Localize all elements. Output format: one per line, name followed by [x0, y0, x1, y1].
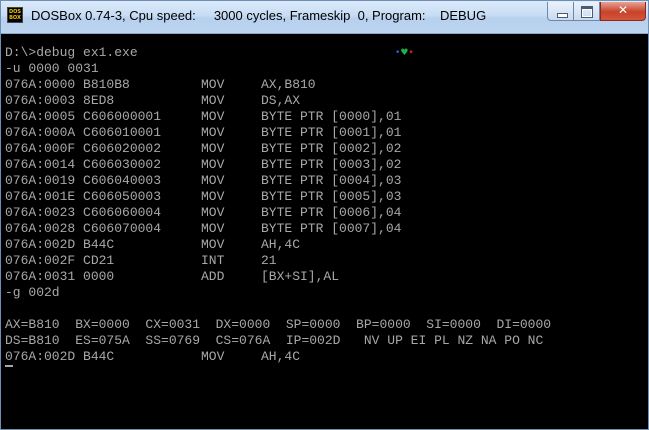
console-line-text: 076A:0014 C606030002 [5, 157, 162, 172]
console-line-operand: BYTE PTR [0002],02 [261, 141, 402, 156]
prompt-line[interactable] [5, 365, 645, 381]
console-line-text: DS=B810 ES=075A SS=0769 CS=076A IP=002D … [5, 333, 544, 348]
console-line-operand: [BX+SI],AL [261, 269, 340, 284]
console-line: 076A:0014 C606030002 MOV BYTE PTR [0003],0… [5, 157, 645, 173]
console-line-operand: BYTE PTR [0000],01 [261, 109, 402, 124]
console-line-text: 076A:000F C606020002 [5, 141, 162, 156]
console-line: 076A:002D B44C MOV AH,4C [5, 349, 645, 365]
console-lines: D:\>debug ex1.exe -u 0000 0031 076A:0000 B… [5, 45, 645, 365]
console-line: 076A:001E C606050003 MOV BYTE PTR [0005],0… [5, 189, 645, 205]
console-line: 076A:000A C606010001 MOV BYTE PTR [0001],0… [5, 125, 645, 141]
console-line-operand: BYTE PTR [0005],03 [261, 189, 402, 204]
console-line-mnemonic: MOV [201, 93, 225, 108]
console-line-text: 076A:000A C606010001 [5, 125, 162, 140]
console-line-text: 076A:0023 C606060004 [5, 205, 162, 220]
console-line-mnemonic: MOV [201, 109, 225, 124]
icon-label-bottom: BOX [9, 15, 21, 21]
console-line-mnemonic: MOV [201, 221, 225, 236]
console-line-text: -u 0000 0031 [5, 61, 99, 76]
console-line-mnemonic: MOV [201, 237, 225, 252]
console-line-operand: AH,4C [261, 237, 301, 252]
console-line-text: 076A:0019 C606040003 [5, 173, 162, 188]
console-line-text: -g 002d [5, 285, 60, 300]
console-line-text: 076A:002D B44C [5, 237, 115, 252]
dosbox-window: DOS BOX DOSBox 0.74-3, Cpu speed: 3000 c… [0, 0, 649, 430]
console-line: 076A:0005 C606000001 MOV BYTE PTR [0000],0… [5, 109, 645, 125]
console-line-operand: BYTE PTR [0006],04 [261, 205, 402, 220]
console-line-text: 076A:002D B44C [5, 349, 115, 364]
console-line-mnemonic: MOV [201, 349, 225, 364]
console-line-mnemonic: ADD [201, 269, 225, 284]
console-line: 076A:000F C606020002 MOV BYTE PTR [0002],0… [5, 141, 645, 157]
minimize-button[interactable] [547, 2, 574, 21]
close-icon: ✕ [617, 3, 629, 17]
minimize-icon [557, 13, 568, 18]
console-line: 076A:0003 8ED8 MOV DS,AX [5, 93, 645, 109]
console-output[interactable]: D:\>debug ex1.exe -u 0000 0031 076A:0000 B… [5, 45, 645, 425]
console-line-operand: BYTE PTR [0007],04 [261, 221, 402, 236]
console-line-text: 076A:0005 C606000001 [5, 109, 162, 124]
console-line-text: D:\>debug ex1.exe [5, 45, 138, 60]
console-line-operand: 21 [261, 253, 277, 268]
status-indicator-icons: •♥• [395, 48, 414, 58]
console-line: D:\>debug ex1.exe [5, 45, 645, 61]
window-title: DOSBox 0.74-3, Cpu speed: 3000 cycles, F… [31, 8, 487, 23]
console-line: DS=B810 ES=075A SS=0769 CS=076A IP=002D … [5, 333, 645, 349]
console-line: 076A:0000 B810B8 MOV AX,B810 [5, 77, 645, 93]
console-line-mnemonic: INT [201, 253, 225, 268]
red-dot-icon: • [408, 48, 414, 58]
console-line: -u 0000 0031 [5, 61, 645, 77]
console-line-operand: DS,AX [261, 93, 301, 108]
console-line-mnemonic: MOV [201, 125, 225, 140]
console-line-operand: BYTE PTR [0004],03 [261, 173, 402, 188]
console-line-mnemonic: MOV [201, 189, 225, 204]
title-bar[interactable]: DOS BOX DOSBox 0.74-3, Cpu speed: 3000 c… [1, 1, 648, 34]
console-line: 076A:0028 C606070004 MOV BYTE PTR [0007],0… [5, 221, 645, 237]
console-line-text: 076A:001E C606050003 [5, 189, 162, 204]
console-line-text: AX=B810 BX=0000 CX=0031 DX=0000 SP=0000 … [5, 317, 552, 332]
console-line-mnemonic: MOV [201, 141, 225, 156]
console-line: 076A:002F CD21 INT 21 [5, 253, 645, 269]
console-line: 076A:0019 C606040003 MOV BYTE PTR [0004],0… [5, 173, 645, 189]
close-button[interactable]: ✕ [600, 2, 646, 21]
text-cursor [5, 365, 13, 367]
console-line: -g 002d [5, 285, 645, 301]
console-line-operand: BYTE PTR [0003],02 [261, 157, 402, 172]
console-line-mnemonic: MOV [201, 157, 225, 172]
console-line-operand: AH,4C [261, 349, 301, 364]
console-line-mnemonic: MOV [201, 173, 225, 188]
console-line-text: 076A:0003 8ED8 [5, 93, 115, 108]
maximize-button[interactable] [574, 2, 600, 21]
console-line-operand: AX,B810 [261, 77, 316, 92]
console-line-text: 076A:002F CD21 [5, 253, 115, 268]
console-line: 076A:0023 C606060004 MOV BYTE PTR [0006],0… [5, 205, 645, 221]
console-line-text: 076A:0031 0000 [5, 269, 115, 284]
dosbox-icon[interactable]: DOS BOX [7, 7, 23, 23]
console-line-mnemonic: MOV [201, 205, 225, 220]
console-line-text: 076A:0000 B810B8 [5, 77, 130, 92]
console-line: 076A:0031 0000 ADD [BX+SI],AL [5, 269, 645, 285]
console-line-operand: BYTE PTR [0001],01 [261, 125, 402, 140]
maximize-icon [581, 6, 593, 18]
console-line-text: 076A:0028 C606070004 [5, 221, 162, 236]
console-line-mnemonic: MOV [201, 77, 225, 92]
console-line: 076A:002D B44C MOV AH,4C [5, 237, 645, 253]
console-line: AX=B810 BX=0000 CX=0031 DX=0000 SP=0000 … [5, 317, 645, 333]
